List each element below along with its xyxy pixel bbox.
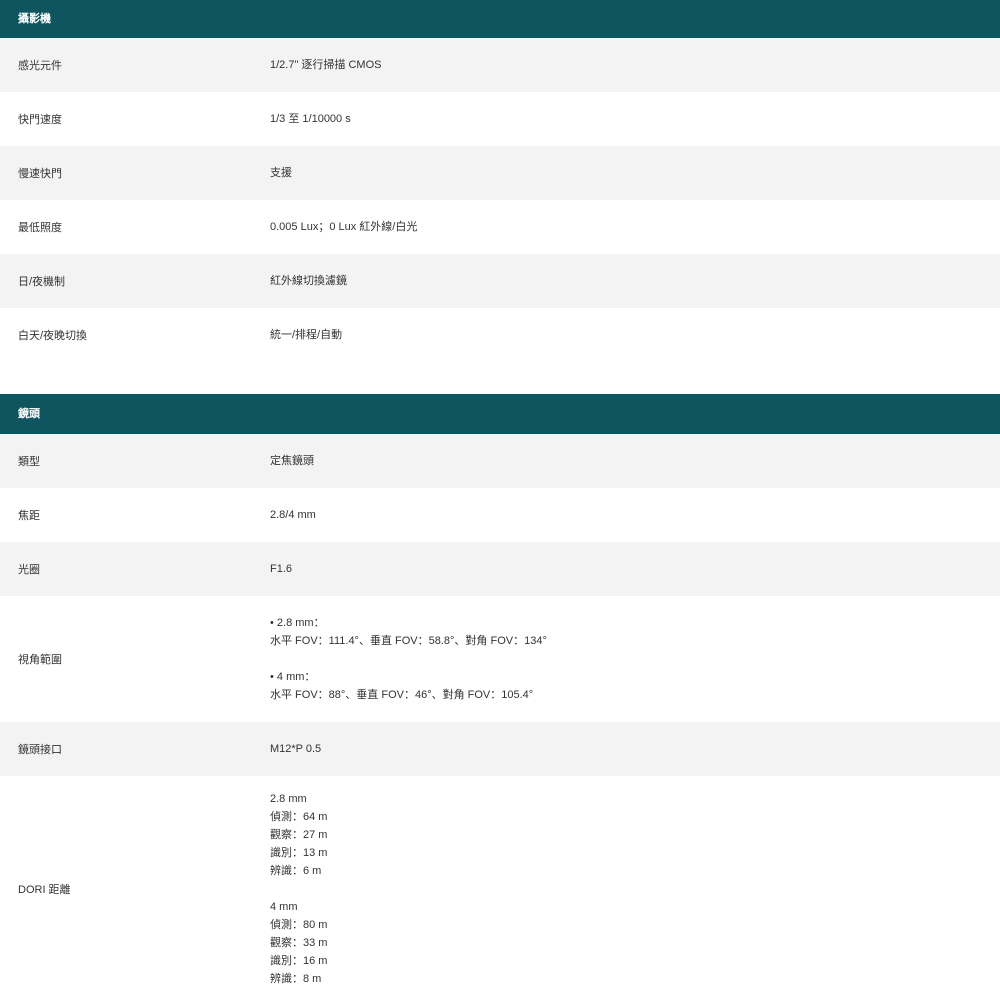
fov-title-2-8mm: • 2.8 mm： xyxy=(270,617,325,629)
section-header-lens: 鏡頭 xyxy=(0,394,1000,434)
fov-detail-4mm: 水平 FOV：88°、垂直 FOV：46°、對角 FOV：105.4° xyxy=(270,689,534,701)
spec-value: 1/3 至 1/10000 s xyxy=(270,113,351,125)
spec-value: M12*P 0.5 xyxy=(270,743,322,755)
spec-value: 紅外線切換濾鏡 xyxy=(270,275,347,287)
spec-value-dori: 2.8 mm 偵測：64 m 觀察：27 m 識別：13 m 辨識：6 m 4 … xyxy=(252,776,1000,1002)
spec-label: 視角範圍 xyxy=(18,654,62,666)
spec-row-lens-type: 類型 定焦鏡頭 xyxy=(0,434,1000,488)
spec-label: 焦距 xyxy=(18,510,40,522)
spec-row-aperture: 光圈 F1.6 xyxy=(0,542,1000,596)
spec-label: 光圈 xyxy=(18,564,40,576)
spec-row-sensor: 感光元件 1/2.7" 逐行掃描 CMOS xyxy=(0,38,1000,92)
spec-value: 2.8/4 mm xyxy=(270,509,316,521)
dori-line: 辨識：8 m xyxy=(270,973,322,985)
dori-line: 觀察：27 m xyxy=(270,829,328,841)
spec-label: 日/夜機制 xyxy=(18,276,66,288)
lens-section: 鏡頭 類型 定焦鏡頭 焦距 2.8/4 mm 光圈 F1.6 視角範圍 • 2.… xyxy=(0,394,1000,1002)
dori-line: 辨識：6 m xyxy=(270,865,322,877)
dori-line: 識別：16 m xyxy=(270,955,328,967)
dori-line: 4 mm xyxy=(270,901,298,913)
section-spacer xyxy=(0,362,1000,394)
spec-row-field-of-view: 視角範圍 • 2.8 mm： 水平 FOV：111.4°、垂直 FOV：58.8… xyxy=(0,596,1000,722)
dori-line: 偵測：64 m xyxy=(270,811,328,823)
spec-value: 1/2.7" 逐行掃描 CMOS xyxy=(270,59,382,71)
spec-row-slow-shutter: 慢速快門 支援 xyxy=(0,146,1000,200)
spec-value: 定焦鏡頭 xyxy=(270,455,314,467)
spec-row-min-illumination: 最低照度 0.005 Lux；0 Lux 紅外線/白光 xyxy=(0,200,1000,254)
spec-row-day-night-switch: 白天/夜晚切換 統一/排程/自動 xyxy=(0,308,1000,362)
fov-detail-2-8mm: 水平 FOV：111.4°、垂直 FOV：58.8°、對角 FOV：134° xyxy=(270,635,547,647)
dori-line: 識別：13 m xyxy=(270,847,328,859)
spec-value: 統一/排程/自動 xyxy=(270,329,343,341)
spec-label: DORI 距離 xyxy=(18,884,71,896)
dori-line: 觀察：33 m xyxy=(270,937,328,949)
spec-label: 最低照度 xyxy=(18,222,62,234)
spec-value: 0.005 Lux；0 Lux 紅外線/白光 xyxy=(270,221,418,233)
spec-label: 類型 xyxy=(18,456,40,468)
spec-label: 白天/夜晚切換 xyxy=(18,330,88,342)
spec-row-dori-distance: DORI 距離 2.8 mm 偵測：64 m 觀察：27 m 識別：13 m 辨… xyxy=(0,776,1000,1002)
spec-row-lens-mount: 鏡頭接口 M12*P 0.5 xyxy=(0,722,1000,776)
camera-section: 攝影機 感光元件 1/2.7" 逐行掃描 CMOS 快門速度 1/3 至 1/1… xyxy=(0,0,1000,362)
spec-row-shutter-speed: 快門速度 1/3 至 1/10000 s xyxy=(0,92,1000,146)
fov-title-4mm: • 4 mm： xyxy=(270,671,316,683)
spec-value: F1.6 xyxy=(270,563,293,575)
spec-label: 感光元件 xyxy=(18,60,62,72)
spec-label: 慢速快門 xyxy=(18,168,62,180)
spec-value-fov: • 2.8 mm： 水平 FOV：111.4°、垂直 FOV：58.8°、對角 … xyxy=(252,596,1000,722)
spec-row-day-night: 日/夜機制 紅外線切換濾鏡 xyxy=(0,254,1000,308)
spec-value: 支援 xyxy=(270,167,292,179)
spec-label: 快門速度 xyxy=(18,114,62,126)
section-header-camera: 攝影機 xyxy=(0,0,1000,38)
dori-line: 偵測：80 m xyxy=(270,919,328,931)
spec-row-focal-length: 焦距 2.8/4 mm xyxy=(0,488,1000,542)
spec-label: 鏡頭接口 xyxy=(18,744,62,756)
dori-line: 2.8 mm xyxy=(270,793,307,805)
